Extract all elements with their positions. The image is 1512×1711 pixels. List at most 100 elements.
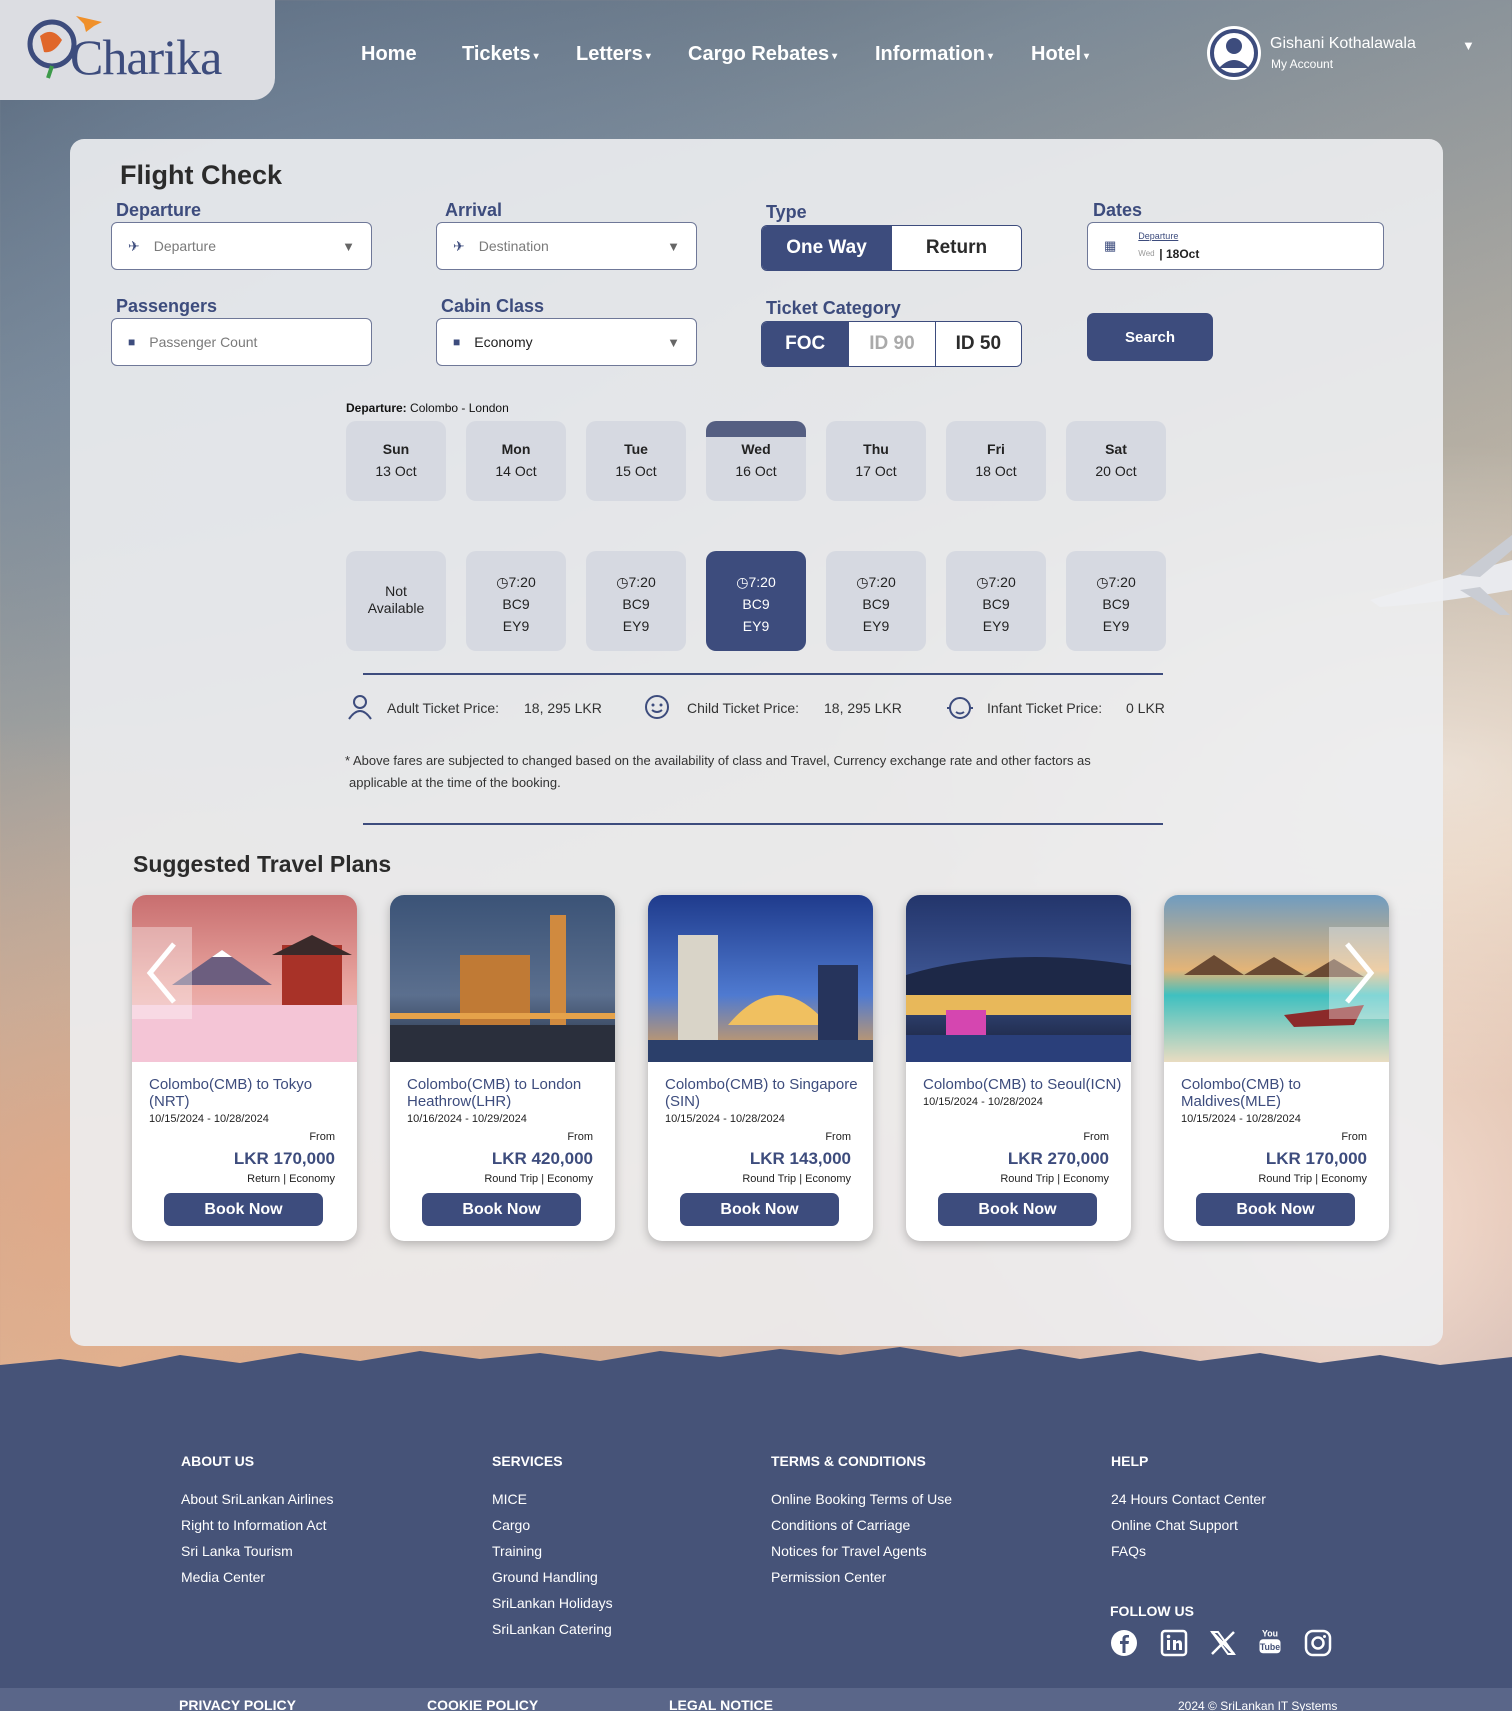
legal-notice-link[interactable]: LEGAL NOTICE [669, 1697, 773, 1711]
footer-link[interactable]: Online Booking Terms of Use [771, 1491, 952, 1517]
day-date: 16 Oct [735, 463, 777, 479]
footer-link[interactable]: SriLankan Catering [492, 1621, 613, 1647]
nav-home[interactable]: Home [361, 43, 417, 66]
nav-information[interactable]: Information ▾ [875, 43, 993, 66]
day-tab[interactable]: Tue 15 Oct [586, 421, 686, 501]
date-picker[interactable]: ▦ Departure Wed | 18Oct [1087, 222, 1384, 270]
card-from: From [567, 1131, 593, 1143]
day-tab-selected[interactable]: Wed 16 Oct [706, 421, 806, 501]
carousel-prev-button[interactable] [132, 927, 192, 1019]
chevron-down-icon: ▾ [1084, 51, 1090, 62]
youtube-icon[interactable]: You Tube [1256, 1627, 1284, 1655]
arrival-placeholder: Destination [478, 238, 549, 254]
nav-label: Tickets [462, 43, 531, 65]
nav-hotel[interactable]: Hotel ▾ [1031, 43, 1089, 66]
day-date: 17 Oct [855, 463, 897, 479]
footer-link[interactable]: Online Chat Support [1111, 1517, 1266, 1543]
footer-link[interactable]: Permission Center [771, 1569, 952, 1595]
flight-slot[interactable]: ◷7:20 BC9 EY9 [826, 551, 926, 651]
instagram-icon[interactable] [1304, 1629, 1332, 1657]
x-icon[interactable] [1209, 1629, 1237, 1657]
card-title: Colombo(CMB) to Singapore (SIN) [665, 1076, 858, 1110]
dates-label: Dates [1093, 200, 1143, 220]
book-now-button[interactable]: Book Now [938, 1193, 1097, 1226]
flight-code: EY9 [502, 618, 530, 634]
nav-cargo-rebates[interactable]: Cargo Rebates ▾ [688, 43, 837, 66]
footer-link[interactable]: Training [492, 1543, 613, 1569]
footer-link[interactable]: Ground Handling [492, 1569, 613, 1595]
footer-about-list: About SriLankan Airlines Right to Inform… [181, 1491, 334, 1595]
footer-help-list: 24 Hours Contact Center Online Chat Supp… [1111, 1491, 1266, 1569]
book-now-button[interactable]: Book Now [422, 1193, 581, 1226]
one-way-option[interactable]: One Way [762, 226, 891, 270]
facebook-icon[interactable] [1110, 1629, 1138, 1657]
footer-heading-terms: TERMS & CONDITIONS [771, 1453, 926, 1469]
nav-label: Hotel [1031, 43, 1081, 65]
flight-slot[interactable]: ◷7:20 BC9 EY9 [586, 551, 686, 651]
linkedin-icon[interactable] [1160, 1629, 1188, 1657]
user-avatar-icon[interactable] [1207, 26, 1261, 80]
clock-icon: ◷ [496, 574, 509, 590]
day-tab[interactable]: Sun 13 Oct [346, 421, 446, 501]
route-label: Departure: [346, 401, 407, 415]
passenger-icon: ■ [128, 335, 136, 349]
card-from: From [1341, 1131, 1367, 1143]
cabin-class-select[interactable]: ■ Economy ▼ [436, 318, 697, 366]
nav-letters[interactable]: Letters ▾ [576, 43, 651, 66]
flight-slot[interactable]: ◷7:20 BC9 EY9 [466, 551, 566, 651]
day-name: Tue [624, 441, 648, 457]
nav-tickets[interactable]: Tickets ▾ [462, 43, 539, 66]
category-foc[interactable]: FOC [762, 322, 849, 366]
cookie-policy-link[interactable]: COOKIE POLICY [427, 1697, 538, 1711]
day-tab[interactable]: Fri 18 Oct [946, 421, 1046, 501]
day-name: Sun [382, 441, 410, 457]
footer-link[interactable]: 24 Hours Contact Center [1111, 1491, 1266, 1517]
footer-link[interactable]: Conditions of Carriage [771, 1517, 952, 1543]
day-tab[interactable]: Thu 17 Oct [826, 421, 926, 501]
category-id90[interactable]: ID 90 [848, 322, 935, 366]
child-price-value: 18, 295 LKR [824, 700, 902, 716]
departure-select[interactable]: ✈ Departure ▼ [111, 222, 372, 270]
flight-slot-selected[interactable]: ◷7:20 BC9 EY9 [706, 551, 806, 651]
logo-text: Charika [70, 29, 222, 85]
book-now-button[interactable]: Book Now [680, 1193, 839, 1226]
clock-icon: ◷ [856, 574, 869, 590]
card-title: Colombo(CMB) to Maldives(MLE) [1181, 1076, 1302, 1110]
footer-link[interactable]: Sri Lanka Tourism [181, 1543, 334, 1569]
flight-slot[interactable]: ◷7:20 BC9 EY9 [1066, 551, 1166, 651]
passenger-count-input[interactable]: ■ Passenger Count [111, 318, 372, 366]
day-tab[interactable]: Sat 20 Oct [1066, 421, 1166, 501]
flight-time: 7:20 [988, 574, 1016, 590]
card-title: Colombo(CMB) to London Heathrow(LHR) [407, 1076, 582, 1110]
divider [363, 823, 1163, 825]
privacy-policy-link[interactable]: PRIVACY POLICY [179, 1697, 296, 1711]
footer-link[interactable]: Right to Information Act [181, 1517, 334, 1543]
footer-link[interactable]: Media Center [181, 1569, 334, 1595]
logo-container[interactable]: Charika [0, 0, 275, 100]
card-trip: Return [247, 1173, 281, 1185]
return-option[interactable]: Return [891, 226, 1021, 270]
user-name[interactable]: Gishani Kothalawala [1270, 35, 1416, 53]
chevron-down-icon: ▾ [645, 51, 651, 62]
carousel-next-button[interactable] [1329, 927, 1389, 1019]
category-id50[interactable]: ID 50 [934, 322, 1021, 366]
day-tab[interactable]: Mon 14 Oct [466, 421, 566, 501]
my-account-link[interactable]: My Account [1271, 57, 1333, 71]
footer-link[interactable]: Cargo [492, 1517, 613, 1543]
footer-link[interactable]: MICE [492, 1491, 613, 1517]
search-button[interactable]: Search [1087, 313, 1213, 361]
footer-link[interactable]: FAQs [1111, 1543, 1266, 1569]
footer-link[interactable]: SriLankan Holidays [492, 1595, 613, 1621]
plane-takeoff-icon: ✈ [128, 237, 140, 254]
footer-link[interactable]: Notices for Travel Agents [771, 1543, 952, 1569]
footer-link[interactable]: About SriLankan Airlines [181, 1491, 334, 1517]
arrival-select[interactable]: ✈ Destination ▼ [436, 222, 697, 270]
cabin-class-value: Economy [474, 334, 533, 350]
day-date: 13 Oct [375, 463, 417, 479]
infant-price-value: 0 LKR [1126, 700, 1165, 716]
chevron-down-icon[interactable]: ▼ [1462, 38, 1475, 53]
flight-slot[interactable]: ◷7:20 BC9 EY9 [946, 551, 1046, 651]
book-now-button[interactable]: Book Now [164, 1193, 323, 1226]
clock-icon: ◷ [976, 574, 989, 590]
book-now-button[interactable]: Book Now [1196, 1193, 1355, 1226]
